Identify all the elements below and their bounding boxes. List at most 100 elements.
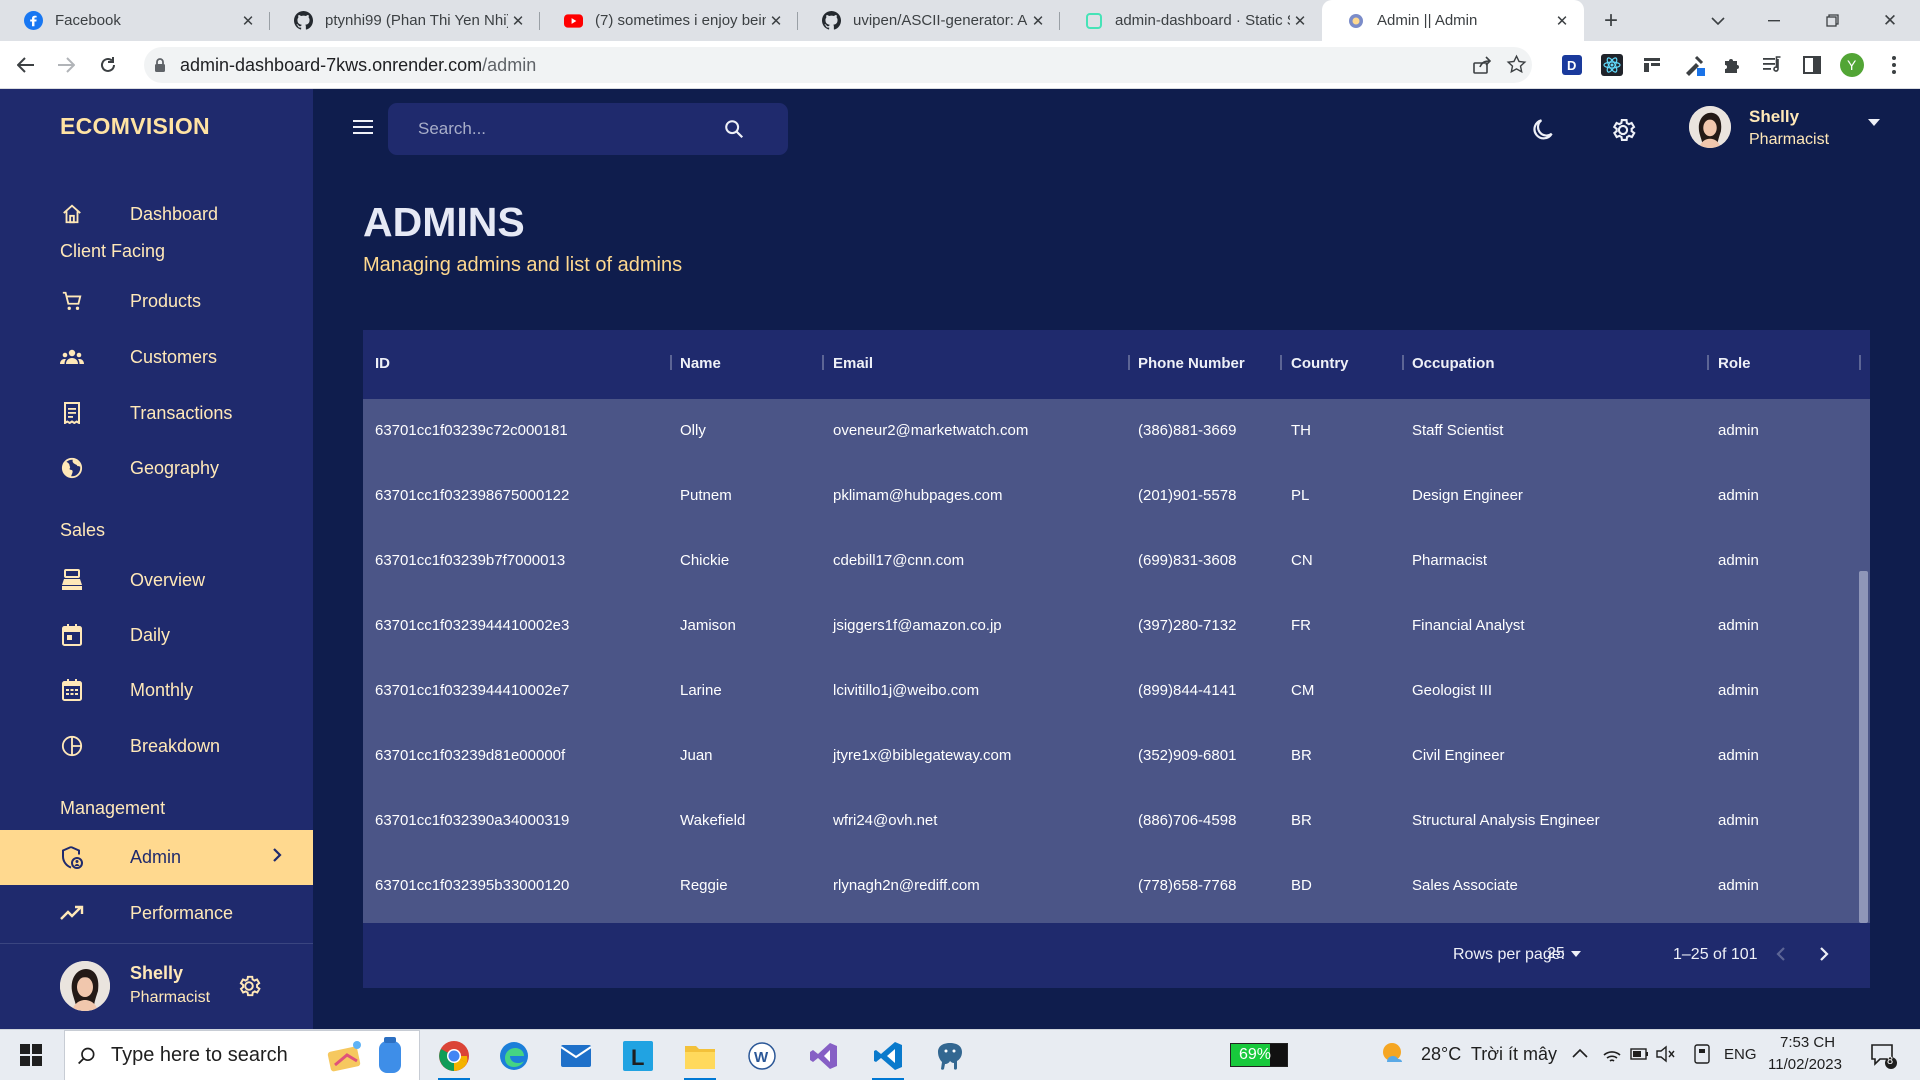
weather-text[interactable]: 28°C Trời ít mây (1421, 1044, 1557, 1065)
search-icon[interactable] (723, 118, 745, 140)
extension-d-icon[interactable]: D (1560, 53, 1584, 77)
sidebar-item-overview[interactable]: Overview (0, 555, 313, 605)
profile-avatar[interactable]: Y (1840, 53, 1864, 77)
table-row[interactable]: 63701cc1f03239b7f7000013 Chickie cdebill… (363, 529, 1857, 594)
column-separator[interactable] (670, 355, 672, 370)
sidebar-item-geography[interactable]: Geography (0, 443, 313, 493)
clock-time[interactable]: 7:53 CH (1780, 1034, 1835, 1051)
scrollbar-thumb[interactable] (1859, 571, 1868, 923)
reading-list-icon[interactable] (1760, 53, 1784, 77)
taskbar-word-icon[interactable]: W (744, 1038, 780, 1074)
table-row[interactable]: 63701cc1f032390a34000319 Wakefield wfri2… (363, 789, 1857, 854)
tab-search-chevron-icon[interactable] (1706, 0, 1730, 41)
extension-grid-icon[interactable] (1640, 53, 1664, 77)
display-icon[interactable] (1694, 1044, 1710, 1064)
taskbar-l-app-icon[interactable]: L (620, 1038, 656, 1074)
tab-close-icon[interactable]: ✕ (1028, 11, 1048, 31)
new-tab-button[interactable]: + (1596, 0, 1626, 41)
tab-facebook[interactable]: Facebook ✕ (0, 0, 270, 41)
share-icon[interactable] (1472, 55, 1492, 75)
sidebar-item-daily[interactable]: Daily (0, 610, 313, 660)
column-header-email[interactable]: Email (833, 355, 873, 372)
column-separator[interactable] (1402, 355, 1404, 370)
reload-button[interactable] (96, 53, 120, 77)
table-row[interactable]: 63701cc1f0323944410002e7 Larine lcivitil… (363, 659, 1857, 724)
column-header-occupation[interactable]: Occupation (1412, 355, 1495, 372)
column-header-phone[interactable]: Phone Number (1138, 355, 1245, 372)
back-button[interactable] (14, 53, 38, 77)
sidebar-item-performance[interactable]: Performance (0, 888, 313, 938)
vertical-scrollbar[interactable] (1857, 399, 1870, 923)
battery-tray-icon[interactable] (1630, 1047, 1650, 1061)
react-devtools-icon[interactable] (1600, 53, 1624, 77)
volume-muted-icon[interactable] (1656, 1045, 1676, 1063)
search-input[interactable] (418, 119, 718, 139)
column-header-name[interactable]: Name (680, 355, 721, 372)
tab-close-icon[interactable]: ✕ (238, 11, 258, 31)
tray-chevron-up-icon[interactable] (1572, 1048, 1588, 1058)
rows-per-page-select[interactable]: 25 (1533, 939, 1588, 969)
tab-github-repo[interactable]: uvipen/ASCII-generator: AS ✕ (798, 0, 1060, 41)
table-row[interactable]: 63701cc1f0323944410002e3 Jamison jsigger… (363, 594, 1857, 659)
tab-close-icon[interactable]: ✕ (1552, 11, 1572, 31)
weather-icon[interactable] (1380, 1040, 1408, 1068)
bookmark-star-icon[interactable] (1506, 54, 1527, 75)
forward-button[interactable] (54, 53, 78, 77)
column-separator[interactable] (822, 355, 824, 370)
taskbar-file-explorer-icon[interactable] (682, 1038, 718, 1080)
language-indicator[interactable]: ENG (1724, 1046, 1757, 1063)
column-header-country[interactable]: Country (1291, 355, 1349, 372)
maximize-button[interactable] (1820, 0, 1844, 41)
user-menu-button[interactable]: Shelly Pharmacist (1689, 106, 1901, 154)
tab-close-icon[interactable]: ✕ (766, 11, 786, 31)
side-panel-icon[interactable] (1800, 53, 1824, 77)
menu-hamburger-icon[interactable] (353, 119, 373, 135)
tab-render[interactable]: admin-dashboard · Static S ✕ (1060, 0, 1322, 41)
column-separator[interactable] (1707, 355, 1709, 370)
address-bar[interactable]: admin-dashboard-7kws.onrender.com/admin (144, 47, 1532, 83)
sidebar-item-breakdown[interactable]: Breakdown (0, 721, 313, 771)
table-row[interactable]: 63701cc1f03239c72c000181 Olly oveneur2@m… (363, 399, 1857, 464)
tab-github-profile[interactable]: ptynhi99 (Phan Thi Yen Nhi) ✕ (270, 0, 540, 41)
taskbar-search-box[interactable]: Type here to search (64, 1030, 420, 1080)
tab-close-icon[interactable]: ✕ (508, 11, 528, 31)
previous-page-button[interactable] (1776, 946, 1786, 962)
column-separator[interactable] (1280, 355, 1282, 370)
tab-close-icon[interactable]: ✕ (1290, 11, 1310, 31)
taskbar-postgres-icon[interactable] (932, 1038, 968, 1074)
avatar[interactable] (60, 961, 110, 1011)
sidebar-item-dashboard[interactable]: Dashboard (0, 189, 313, 239)
column-header-role[interactable]: Role (1718, 355, 1751, 372)
tab-youtube[interactable]: (7) sometimes i enjoy being ✕ (540, 0, 798, 41)
table-row[interactable]: 63701cc1f032395b33000120 Reggie rlynagh2… (363, 854, 1857, 919)
wifi-icon[interactable] (1602, 1045, 1622, 1063)
taskbar-chrome-icon[interactable] (436, 1038, 472, 1080)
sidebar-item-customers[interactable]: Customers (0, 332, 313, 382)
dark-mode-moon-icon[interactable] (1530, 117, 1556, 143)
taskbar-mail-icon[interactable] (558, 1038, 594, 1074)
notification-center-icon[interactable]: 8 (1870, 1042, 1898, 1070)
taskbar-edge-icon[interactable] (496, 1038, 532, 1074)
extensions-puzzle-icon[interactable] (1720, 53, 1744, 77)
minimize-button[interactable] (1762, 0, 1786, 41)
eyedropper-extension-icon[interactable] (1682, 53, 1706, 77)
table-row[interactable]: 63701cc1f03239d81e00000f Juan jtyre1x@bi… (363, 724, 1857, 789)
taskbar-visual-studio-icon[interactable] (806, 1038, 842, 1074)
browser-menu-icon[interactable] (1882, 53, 1906, 77)
sidebar-item-products[interactable]: Products (0, 276, 313, 326)
sidebar-item-monthly[interactable]: Monthly (0, 665, 313, 715)
close-window-button[interactable]: ✕ (1878, 0, 1902, 41)
column-separator[interactable] (1128, 355, 1130, 370)
next-page-button[interactable] (1819, 946, 1829, 962)
settings-gear-icon[interactable] (236, 973, 262, 999)
clock-date[interactable]: 11/02/2023 (1768, 1056, 1842, 1073)
windows-start-icon[interactable] (20, 1044, 42, 1066)
sidebar-item-admin[interactable]: Admin (0, 830, 313, 885)
table-row[interactable]: 63701cc1f032398675000122 Putnem pklimam@… (363, 464, 1857, 529)
column-separator[interactable] (1859, 355, 1861, 370)
settings-gear-icon[interactable] (1609, 116, 1637, 144)
sidebar-item-transactions[interactable]: Transactions (0, 388, 313, 438)
taskbar-vscode-icon[interactable] (870, 1038, 906, 1080)
column-header-id[interactable]: ID (375, 355, 390, 372)
tab-admin-active[interactable]: Admin || Admin ✕ (1322, 0, 1584, 41)
